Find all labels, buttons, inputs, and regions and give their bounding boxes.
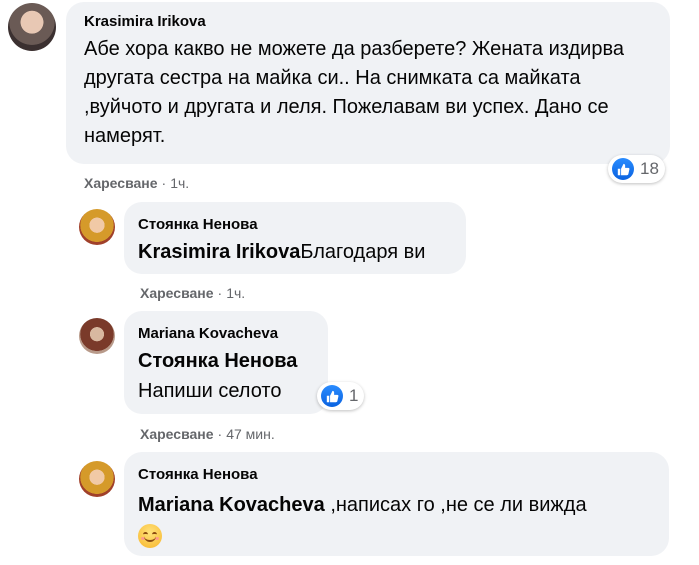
comment-bubble: Krasimira Irikova Абе хора какво не може… (66, 2, 670, 164)
comment-body: Благодаря ви (300, 241, 426, 263)
like-link[interactable]: Харесване (84, 175, 158, 191)
comment-text: Напиши селото (138, 380, 282, 402)
reply-bubble: Стоянка Ненова Krasimira IrikovaБлагодар… (124, 202, 466, 274)
reaction-count: 1 (349, 386, 359, 405)
comment-text: Mariana Kovacheva ,написах го ,не се ли … (138, 491, 655, 520)
like-link[interactable]: Харесване (140, 285, 214, 301)
comment-author[interactable]: Стоянка Ненова (138, 465, 655, 485)
comment-body: ,написах го ,не се ли вижда (324, 494, 587, 516)
smiling-face-emoji-icon (138, 524, 162, 548)
mention-link[interactable]: Mariana Kovacheva (138, 494, 325, 516)
emoji-line (138, 520, 655, 553)
comment-text: Krasimira IrikovaБлагодаря ви (138, 238, 452, 267)
like-link[interactable]: Харесване (140, 426, 214, 442)
timestamp[interactable]: 1ч. (170, 175, 189, 191)
reply-bubble: Стоянка Ненова Mariana Kovacheva ,написа… (124, 452, 669, 556)
comment-author[interactable]: Krasimira Irikova (84, 12, 656, 32)
avatar-krasimira-irikova[interactable] (8, 3, 56, 51)
avatar-stoyanka-nenova[interactable] (79, 209, 115, 245)
mention-link[interactable]: Krasimira Irikova (138, 241, 300, 263)
separator: · (217, 285, 223, 301)
reaction-summary[interactable]: 1 (317, 382, 365, 410)
comment-author[interactable]: Стоянка Ненова (138, 215, 452, 235)
comment-meta: Харесване · 1ч. (140, 284, 245, 302)
separator: · (161, 175, 167, 191)
reply-bubble: Mariana Kovacheva Стоянка Ненова Напиши … (124, 311, 328, 414)
comment-text: Абе хора какво не можете да разберете? Ж… (84, 38, 624, 147)
like-icon (321, 385, 343, 407)
separator: · (217, 426, 223, 442)
timestamp[interactable]: 47 мин. (226, 426, 275, 442)
mention-link[interactable]: Стоянка Ненова (138, 347, 314, 375)
timestamp[interactable]: 1ч. (226, 285, 245, 301)
like-icon (612, 158, 634, 180)
comment-author[interactable]: Mariana Kovacheva (138, 324, 314, 344)
reaction-summary[interactable]: 18 (608, 155, 665, 183)
avatar-stoyanka-nenova[interactable] (79, 461, 115, 497)
avatar-mariana-kovacheva[interactable] (79, 318, 115, 354)
reaction-count: 18 (640, 159, 659, 178)
comment-meta: Харесване · 1ч. (84, 174, 189, 192)
comment-meta: Харесване · 47 мин. (140, 425, 275, 443)
